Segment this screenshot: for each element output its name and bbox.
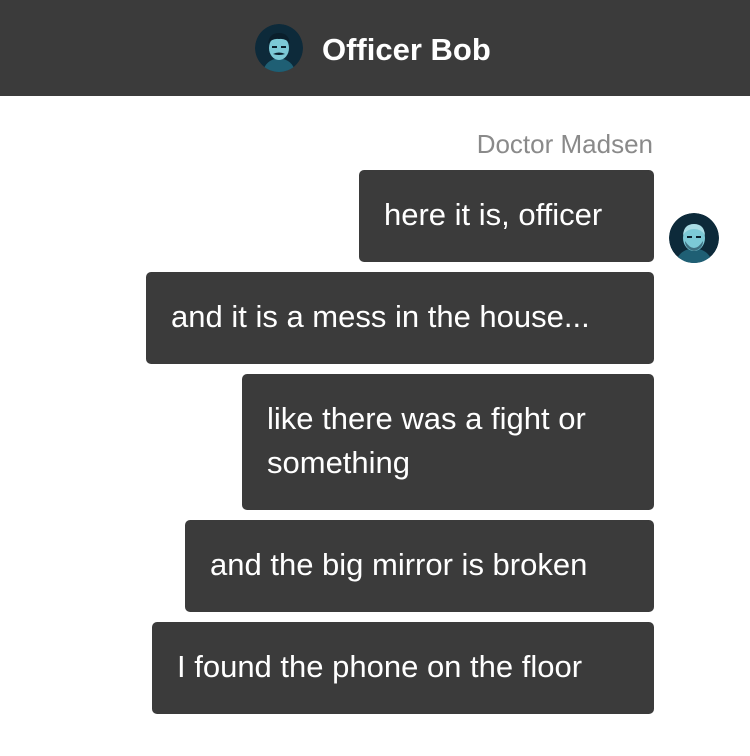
message-text: here it is, officer bbox=[384, 197, 603, 232]
doctor-avatar-icon[interactable] bbox=[669, 213, 719, 263]
message-bubble[interactable]: here it is, officer bbox=[359, 170, 654, 262]
message-text: like there was a fight or something bbox=[267, 401, 586, 480]
message-bubble[interactable]: I found the phone on the floor bbox=[152, 622, 654, 714]
message-bubble[interactable]: and the big mirror is broken bbox=[185, 520, 654, 612]
message-text: and it is a mess in the house... bbox=[171, 299, 590, 334]
message-thread: Doctor Madsen here it is, officer and it… bbox=[0, 0, 750, 756]
message-text: and the big mirror is broken bbox=[210, 547, 588, 582]
sender-name: Doctor Madsen bbox=[476, 129, 653, 159]
message-text: I found the phone on the floor bbox=[177, 649, 583, 684]
message-bubble[interactable]: and it is a mess in the house... bbox=[146, 272, 654, 364]
message-bubble[interactable]: like there was a fight or something bbox=[242, 374, 654, 510]
